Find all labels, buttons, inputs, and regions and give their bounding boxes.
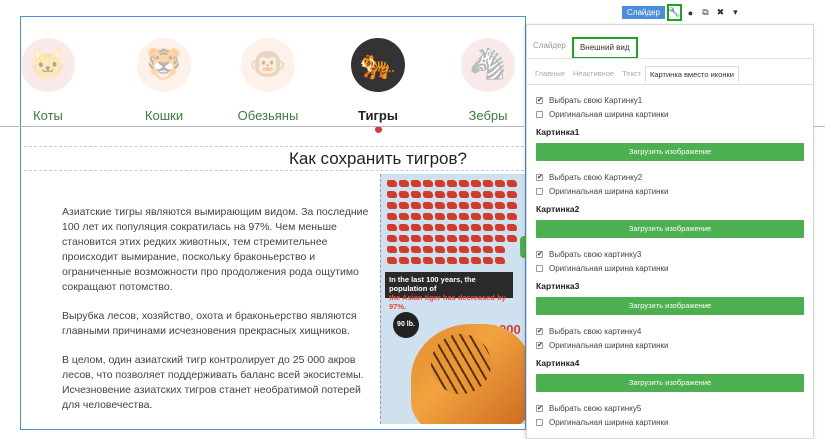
settings-panel: Слайдер Внешний вид Главные Неактивное Т… [526, 24, 814, 439]
article-paragraph: Азиатские тигры являются вымирающим видо… [62, 206, 369, 293]
orig-width-3[interactable]: Оригинальная ширина картинки [536, 261, 806, 275]
monkey-icon: 🐵 [241, 38, 295, 92]
checkbox-icon[interactable] [536, 110, 543, 118]
choose-image-4[interactable]: ✔ Выбрать свою картинку4 [536, 324, 806, 338]
slide-label: Кошки [144, 108, 184, 123]
subtab-main[interactable]: Главные [531, 66, 569, 83]
tiger-icon: 🐅 [351, 38, 405, 92]
checkbox-icon[interactable] [536, 264, 543, 272]
tiger-infographic: In the last 100 years, the population of… [380, 174, 525, 424]
checkbox-checked-icon[interactable]: ✔ [536, 404, 543, 412]
chevron-down-icon[interactable]: ▾ [729, 6, 742, 19]
slide-item-monkeys[interactable]: 🐵 Обезьяны [228, 38, 308, 123]
article-text: Азиатские тигры являются вымирающим видо… [62, 205, 374, 427]
subtab-image-instead-of-icon[interactable]: Картинка вместо иконки [645, 66, 739, 83]
tiger-photo [411, 324, 525, 424]
orig-width-4[interactable]: ✔ Оригинальная ширина картинки [536, 338, 806, 352]
checkbox-checked-icon[interactable]: ✔ [536, 250, 543, 258]
slide-item-kittens[interactable]: 🐯 Кошки [124, 38, 204, 123]
upload-image-button[interactable]: Загрузить изображение [536, 297, 804, 315]
slide-label: Коты [33, 108, 63, 123]
tiger-population-grid [387, 180, 521, 268]
slide-label-active: Тигры [358, 108, 398, 123]
checkbox-checked-icon[interactable]: ✔ [536, 96, 543, 104]
image-group-title: Картинка4 [536, 358, 580, 368]
wrench-icon[interactable]: 🔧 [666, 4, 682, 21]
orig-width-5[interactable]: Оригинальная ширина картинки [536, 415, 806, 429]
image-options: ✔ Выбрать свою Картинку1 Оригинальная шир… [536, 93, 806, 429]
copy-icon[interactable]: ⧉ [699, 6, 712, 19]
title-dashed-top [24, 146, 524, 147]
upload-image-button[interactable]: Загрузить изображение [536, 374, 804, 392]
image-group-title: Картинка2 [536, 204, 580, 214]
choose-image-2[interactable]: ✔ Выбрать свою Картинку2 [536, 170, 806, 184]
slide-item-tigers[interactable]: 🐅 Тигры [338, 38, 418, 133]
orig-width-2[interactable]: Оригинальная ширина картинки [536, 184, 806, 198]
panel-tabs-divider [527, 58, 813, 59]
active-indicator-dot [374, 126, 382, 133]
choose-image-5[interactable]: ✔ Выбрать свою картинку5 [536, 401, 806, 415]
checkbox-icon[interactable] [536, 418, 543, 426]
article-paragraph: В целом, один азиатский тигр контролируе… [62, 354, 364, 411]
image-group-title: Картинка3 [536, 281, 580, 291]
subtab-text[interactable]: Текст [618, 66, 645, 83]
toolbar-label: Слайдер [622, 6, 665, 19]
block-toolbar: Слайдер 🔧 ● ⧉ ✖ ▾ [622, 4, 742, 21]
drop-icon[interactable]: ● [684, 6, 697, 19]
slide-item-zebras[interactable]: 🦓 Зебры [448, 38, 528, 123]
checkbox-checked-icon[interactable]: ✔ [536, 341, 543, 349]
close-icon[interactable]: ✖ [714, 6, 727, 19]
panel-tabs: Слайдер Внешний вид [527, 37, 638, 59]
subtab-inactive[interactable]: Неактивное [569, 66, 618, 83]
tab-appearance[interactable]: Внешний вид [571, 37, 638, 59]
cat-icon: 🐱 [21, 38, 75, 92]
tab-slider[interactable]: Слайдер [527, 37, 572, 59]
upload-image-button[interactable]: Загрузить изображение [536, 220, 804, 238]
infographic-weight: 90 lb. [393, 312, 419, 338]
checkbox-checked-icon[interactable]: ✔ [536, 327, 543, 335]
image-group-title: Картинка1 [536, 127, 580, 137]
slide-item-cats[interactable]: 🐱 Коты [8, 38, 88, 123]
orig-width-1[interactable]: Оригинальная ширина картинки [536, 107, 806, 121]
slider: 🐱 Коты 🐯 Кошки 🐵 Обезьяны 🐅 Тигры 🦓 Зебр… [0, 0, 540, 133]
checkbox-checked-icon[interactable]: ✔ [536, 173, 543, 181]
slide-label: Обезьяны [237, 108, 299, 123]
choose-image-3[interactable]: ✔ Выбрать свою картинку3 [536, 247, 806, 261]
sub-tabs-divider [527, 84, 813, 85]
choose-image-1[interactable]: ✔ Выбрать свою Картинку1 [536, 93, 806, 107]
article-paragraph: Вырубка лесов, хозяйство, охота и бракон… [62, 310, 357, 337]
infographic-headline: In the last 100 years, the population of… [389, 275, 506, 311]
sub-tabs: Главные Неактивное Текст Картинка вместо… [531, 66, 739, 83]
kitten-icon: 🐯 [137, 38, 191, 92]
upload-image-button[interactable]: Загрузить изображение [536, 143, 804, 161]
title-dashed-bottom [24, 170, 524, 171]
slide-label: Зебры [468, 108, 508, 123]
zebra-icon: 🦓 [461, 38, 515, 92]
checkbox-icon[interactable] [536, 187, 543, 195]
